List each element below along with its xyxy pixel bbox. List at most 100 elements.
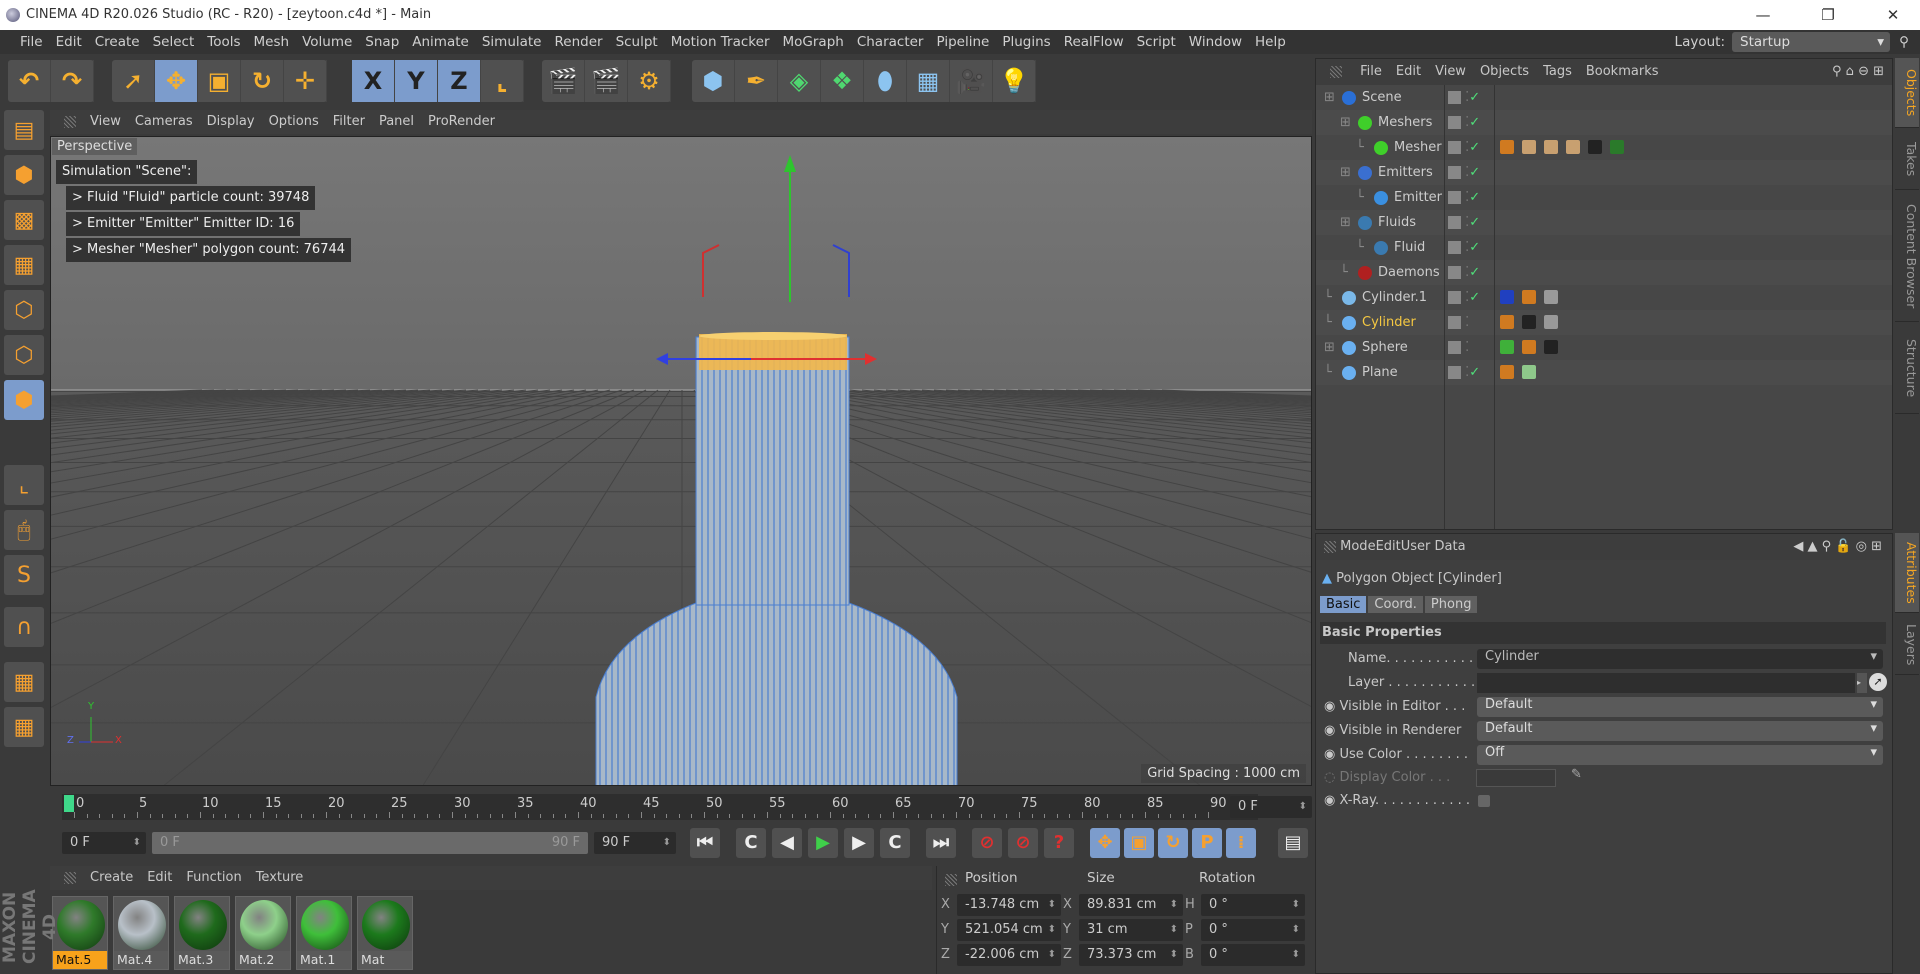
layer-icon[interactable] <box>1448 366 1461 379</box>
end-frame-field[interactable]: 90 F ⬍ <box>594 832 676 854</box>
tag-icon[interactable] <box>1500 365 1514 379</box>
layer-field[interactable] <box>1477 673 1855 693</box>
object-name[interactable]: Fluids <box>1358 210 1416 235</box>
playhead[interactable] <box>64 795 74 812</box>
light-button[interactable]: 💡 <box>993 60 1036 102</box>
object-row-mesher[interactable]: └ Mesher ⁚✓ <box>1316 135 1892 160</box>
spinner-icon[interactable]: ⬍ <box>1048 894 1056 916</box>
menu-mesh[interactable]: Mesh <box>254 34 290 50</box>
object-row-meshers[interactable]: ⊞ Meshers ⁚✓ <box>1316 110 1892 135</box>
material-mat[interactable]: Mat <box>357 896 413 970</box>
visibility-toggles[interactable]: ⁚✓ <box>1448 135 1508 160</box>
viewport-menu-panel[interactable]: Panel <box>379 114 414 129</box>
size-z-field[interactable]: 73.373 cm ⬍ <box>1079 944 1183 966</box>
material-menu-edit[interactable]: Edit <box>147 870 172 885</box>
side-tab-objects[interactable]: Objects <box>1895 58 1919 128</box>
pen-button[interactable]: ✒ <box>735 60 778 102</box>
rotation-b-field[interactable]: 0 ° ⬍ <box>1201 944 1305 966</box>
key-position-button[interactable]: ✥ <box>1090 828 1120 858</box>
layer-icon[interactable] <box>1448 316 1461 329</box>
visibility-toggles[interactable]: ⁚✓ <box>1448 360 1508 385</box>
tag-icon[interactable] <box>1610 140 1624 154</box>
object-name[interactable]: Daemons <box>1358 260 1440 285</box>
go-to-end-button[interactable]: ⏭ <box>926 828 956 858</box>
viewport-menu-filter[interactable]: Filter <box>333 114 365 129</box>
array-button[interactable]: ❖ <box>821 60 864 102</box>
move-button[interactable]: ✥ <box>155 60 198 102</box>
subdivision-button[interactable]: ◈ <box>778 60 821 102</box>
minimize-button[interactable]: — <box>1740 0 1786 30</box>
tag-icon[interactable] <box>1500 140 1514 154</box>
spinner-icon[interactable]: ⬍ <box>1048 919 1056 941</box>
next-key-button[interactable]: C <box>880 828 910 858</box>
viewport-menu-options[interactable]: Options <box>269 114 319 129</box>
object-row-fluids[interactable]: ⊞ Fluids ⁚✓ <box>1316 210 1892 235</box>
object-name[interactable]: Cylinder.1 <box>1342 285 1427 310</box>
viewport-menu-cameras[interactable]: Cameras <box>135 114 193 129</box>
x-axis-button[interactable]: X <box>352 60 395 102</box>
undo-button[interactable]: ↶ <box>8 60 51 102</box>
objmgr-toolbar-icons[interactable]: ⚲ ⌂ ⊖ ⊞ <box>1832 59 1884 85</box>
menu-motion-tracker[interactable]: Motion Tracker <box>671 34 770 50</box>
viewport-menu-view[interactable]: View <box>90 114 121 129</box>
attr-nav-icons[interactable]: ◀ ▲ ⚲ 🔓 ◎ ⊞ <box>1793 534 1882 560</box>
attributes-menu-mode[interactable]: Mode <box>1340 539 1375 554</box>
objects-menu-objects[interactable]: Objects <box>1480 64 1529 79</box>
viewport-menu-display[interactable]: Display <box>207 114 255 129</box>
model-mode-button[interactable]: ⬢ <box>4 155 44 195</box>
enabled-check-icon[interactable]: ✓ <box>1469 140 1480 155</box>
visible-in-renderer-dropdown[interactable]: Default <box>1477 721 1883 741</box>
live-selection-button[interactable]: ➚ <box>112 60 155 102</box>
objects-menu-view[interactable]: View <box>1435 64 1466 79</box>
menu-volume[interactable]: Volume <box>302 34 352 50</box>
close-button[interactable]: ✕ <box>1870 0 1916 30</box>
z-axis-button[interactable]: Z <box>438 60 481 102</box>
current-frame-field[interactable]: 0 F ⬍ <box>1230 796 1312 818</box>
enabled-check-icon[interactable]: ✓ <box>1469 190 1480 205</box>
spinner-icon[interactable]: ⬍ <box>1292 919 1300 941</box>
object-name[interactable]: Meshers <box>1358 110 1432 135</box>
object-name[interactable]: Plane <box>1342 360 1398 385</box>
deformer-button[interactable]: ⬮ <box>864 60 907 102</box>
rotation-p-field[interactable]: 0 ° ⬍ <box>1201 919 1305 941</box>
rotate-button[interactable]: ↻ <box>241 60 284 102</box>
size-y-field[interactable]: 31 cm ⬍ <box>1079 919 1183 941</box>
texture-mode-button[interactable]: ▩ <box>4 200 44 240</box>
axis-mode-button[interactable]: ⌞ <box>4 465 44 505</box>
object-row-cylinder-1[interactable]: └ Cylinder.1 ⁚✓ <box>1316 285 1892 310</box>
lock-workplane-button[interactable]: ▦ <box>4 662 44 702</box>
tag-icon[interactable] <box>1544 140 1558 154</box>
key-rotation-button[interactable]: ↻ <box>1158 828 1188 858</box>
object-row-sphere[interactable]: ⊞ Sphere ⁚ <box>1316 335 1892 360</box>
display-color-swatch[interactable] <box>1476 769 1556 787</box>
edges-mode-button[interactable]: ⬡ <box>4 335 44 375</box>
visibility-toggles[interactable]: ⁚✓ <box>1448 160 1508 185</box>
menu-mograph[interactable]: MoGraph <box>783 34 844 50</box>
tab-basic[interactable]: Basic <box>1320 596 1367 613</box>
render-view-button[interactable]: 🎬 <box>542 60 585 102</box>
material-mat-4[interactable]: Mat.4 <box>113 896 169 970</box>
menu-create[interactable]: Create <box>95 34 140 50</box>
side-tab-attributes[interactable]: Attributes <box>1895 533 1919 613</box>
next-frame-button[interactable]: ▶ <box>844 828 874 858</box>
enabled-check-icon[interactable]: ✓ <box>1469 215 1480 230</box>
enabled-check-icon[interactable]: ✓ <box>1469 90 1480 105</box>
use-color-dropdown[interactable]: Off <box>1477 745 1883 765</box>
side-tab-takes[interactable]: Takes <box>1895 130 1919 190</box>
menu-tools[interactable]: Tools <box>207 34 240 50</box>
cube-button[interactable]: ⬢ <box>692 60 735 102</box>
enabled-check-icon[interactable]: ✓ <box>1469 365 1480 380</box>
object-row-cylinder[interactable]: └ Cylinder ⁚ <box>1316 310 1892 335</box>
spinner-icon[interactable]: ⬍ <box>1292 894 1300 916</box>
tag-icon[interactable] <box>1566 140 1580 154</box>
object-name[interactable]: Mesher <box>1374 135 1442 160</box>
position-z-field[interactable]: -22.006 cm ⬍ <box>957 944 1061 966</box>
spinner-icon[interactable]: ⬍ <box>1292 944 1300 966</box>
menu-select[interactable]: Select <box>153 34 195 50</box>
material-menu-function[interactable]: Function <box>186 870 241 885</box>
points-mode-button[interactable]: ⬡ <box>4 290 44 330</box>
polygons-mode-button[interactable]: ⬢ <box>4 380 44 420</box>
planar-workplane-button[interactable]: ▦ <box>4 707 44 747</box>
visibility-toggles[interactable]: ⁚✓ <box>1448 110 1508 135</box>
tab-coord[interactable]: Coord. <box>1368 596 1423 613</box>
